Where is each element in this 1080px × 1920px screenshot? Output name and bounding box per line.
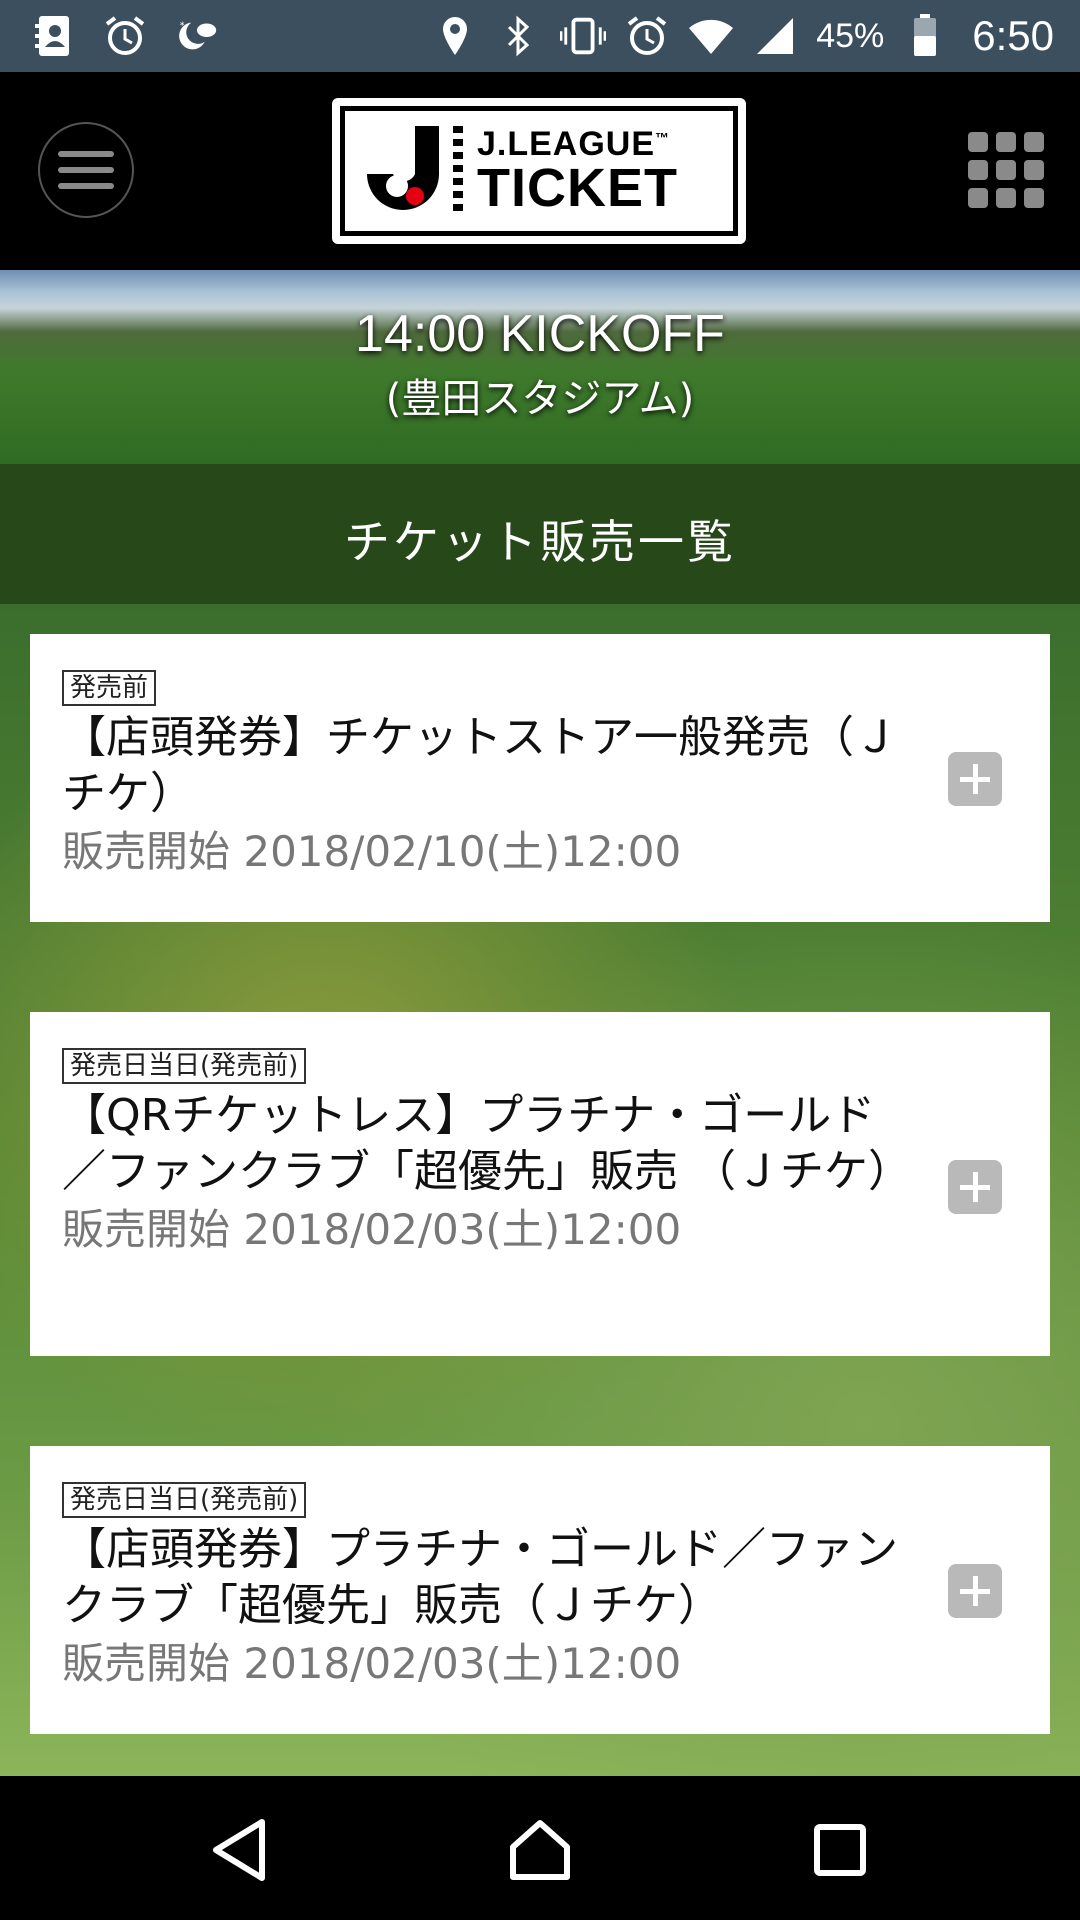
kickoff-time: 14:00 KICKOFF — [355, 305, 725, 363]
match-hero: 14:00 KICKOFF (豊田スタジアム) — [0, 270, 1080, 464]
expand-plus-icon[interactable] — [948, 1564, 1002, 1618]
grid-icon — [968, 132, 988, 152]
hamburger-menu-button[interactable] — [38, 122, 134, 218]
alarm-icon — [102, 13, 148, 59]
expand-plus-icon[interactable] — [948, 752, 1002, 806]
back-icon[interactable] — [200, 1810, 280, 1890]
svg-text:*: * — [180, 20, 185, 31]
system-nav-bar — [0, 1776, 1080, 1920]
ticket-card[interactable]: 発売日当日(発売前) 【QRチケットレス】プラチナ・ゴールド／ファンクラブ「超優… — [30, 1012, 1050, 1356]
venue-name: (豊田スタジアム) — [385, 376, 695, 422]
signal-icon — [752, 13, 798, 59]
night-mode-icon: * — [174, 13, 220, 59]
expand-plus-icon[interactable] — [948, 1160, 1002, 1214]
jleague-ticket-logo[interactable]: J.LEAGUE™ TICKET — [332, 98, 746, 244]
sale-start-date: 販売開始 2018/02/03(土)12:00 — [62, 1205, 682, 1254]
jleague-emblem-icon — [365, 126, 445, 216]
section-title: チケット販売一覧 — [344, 515, 736, 569]
sale-start-date: 販売開始 2018/02/03(土)12:00 — [62, 1639, 682, 1688]
recents-icon[interactable] — [800, 1810, 880, 1890]
logo-divider — [453, 126, 463, 216]
sale-start-date: 販売開始 2018/02/10(土)12:00 — [62, 827, 682, 876]
app-header: J.LEAGUE™ TICKET — [0, 72, 1080, 270]
ticket-card[interactable]: 発売前 【店頭発券】チケットストア一般発売（Ｊチケ） 販売開始 2018/02/… — [30, 634, 1050, 922]
bluetooth-icon — [496, 13, 542, 59]
home-icon[interactable] — [500, 1810, 580, 1890]
alarm-icon — [624, 13, 670, 59]
ticket-title: 【店頭発券】チケットストア一般発売（Ｊチケ） — [62, 712, 898, 819]
status-badge: 発売日当日(発売前) — [62, 1482, 307, 1518]
location-icon — [432, 13, 478, 59]
section-header: チケット販売一覧 — [0, 464, 1080, 604]
contacts-icon — [30, 13, 76, 59]
apps-grid-button[interactable] — [968, 132, 1044, 208]
ticket-title: 【店頭発券】プラチナ・ゴールド／ファンクラブ「超優先」販売（Ｊチケ） — [62, 1524, 898, 1631]
logo-line2: TICKET — [477, 158, 678, 218]
ticket-title: 【QRチケットレス】プラチナ・ゴールド／ファンクラブ「超優先」販売 （Ｊチケ） — [62, 1090, 912, 1197]
battery-percent: 45% — [816, 16, 885, 55]
ticket-card[interactable]: 発売日当日(発売前) 【店頭発券】プラチナ・ゴールド／ファンクラブ「超優先」販売… — [30, 1446, 1050, 1734]
status-bar: * 45% 6:50 — [0, 0, 1080, 72]
status-badge: 発売日当日(発売前) — [62, 1048, 307, 1084]
status-badge: 発売前 — [62, 670, 157, 706]
hamburger-icon — [58, 151, 114, 157]
logo-tm: ™ — [655, 129, 671, 146]
battery-icon — [902, 13, 948, 59]
wifi-icon — [688, 13, 734, 59]
clock: 6:50 — [972, 12, 1054, 59]
vibrate-icon — [560, 13, 607, 59]
